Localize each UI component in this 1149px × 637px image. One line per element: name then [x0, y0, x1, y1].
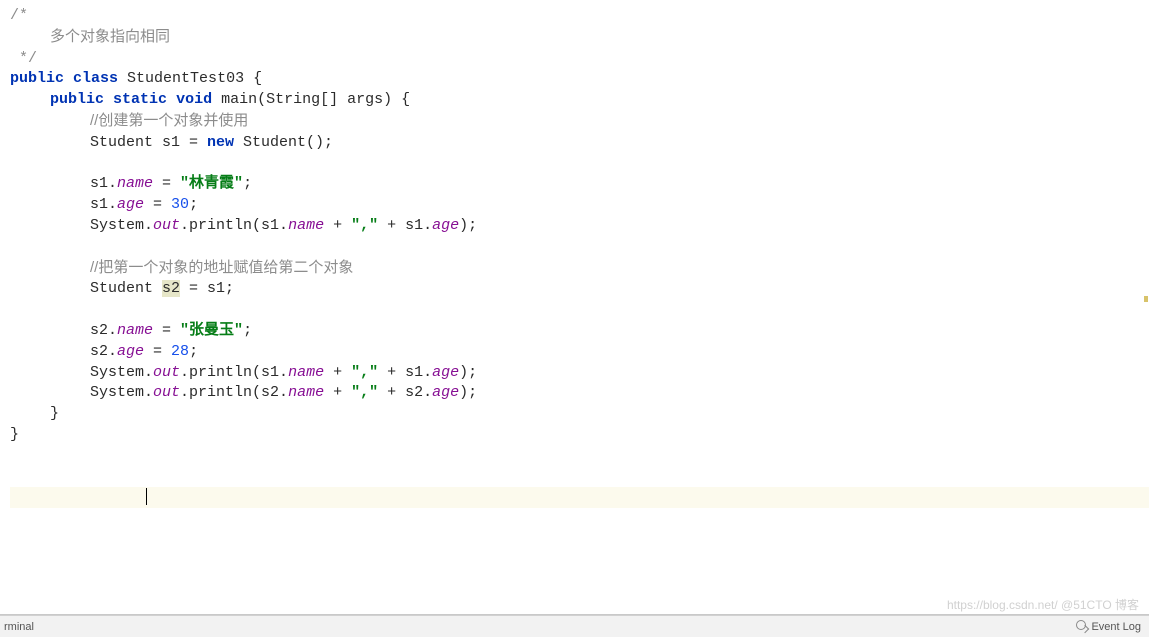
code-line: }	[5, 404, 1149, 425]
code-line: /*	[5, 6, 1149, 27]
search-icon	[1076, 620, 1086, 630]
code-line: //创建第一个对象并使用	[5, 111, 1149, 133]
code-line: System.out.println(s1.name + "," + s1.ag…	[5, 363, 1149, 384]
terminal-tab[interactable]: rminal	[0, 621, 34, 633]
active-code-line	[5, 446, 1149, 529]
code-line: //把第一个对象的地址赋值给第二个对象	[5, 258, 1149, 280]
code-line: public class StudentTest03 {	[5, 69, 1149, 90]
status-bar: rminal Event Log	[0, 615, 1149, 637]
code-line: s1.age = 30;	[5, 195, 1149, 216]
code-line	[5, 237, 1149, 258]
code-line	[5, 300, 1149, 321]
code-line: Student s1 = new Student();	[5, 133, 1149, 154]
code-line	[5, 154, 1149, 175]
event-log-button[interactable]: Event Log	[1076, 620, 1141, 633]
code-line: }	[5, 425, 1149, 446]
code-line: */	[5, 49, 1149, 70]
text-caret	[146, 488, 147, 505]
event-log-label: Event Log	[1091, 621, 1141, 633]
active-line-highlight	[10, 487, 1149, 508]
code-line: System.out.println(s1.name + "," + s1.ag…	[5, 216, 1149, 237]
watermark-text: https://blog.csdn.net/ @51CTO 博客	[947, 596, 1139, 613]
gutter-warning-marker[interactable]	[1144, 296, 1148, 302]
code-line: s1.name = "林青霞";	[5, 174, 1149, 195]
code-line: 多个对象指向相同	[5, 27, 1149, 49]
code-line: s2.age = 28;	[5, 342, 1149, 363]
code-line: Student s2 = s1;	[5, 279, 1149, 300]
code-line: s2.name = "张曼玉";	[5, 321, 1149, 342]
code-editor[interactable]: /* 多个对象指向相同 */ public class StudentTest0…	[0, 0, 1149, 595]
code-line: System.out.println(s2.name + "," + s2.ag…	[5, 383, 1149, 404]
code-line: public static void main(String[] args) {	[5, 90, 1149, 111]
